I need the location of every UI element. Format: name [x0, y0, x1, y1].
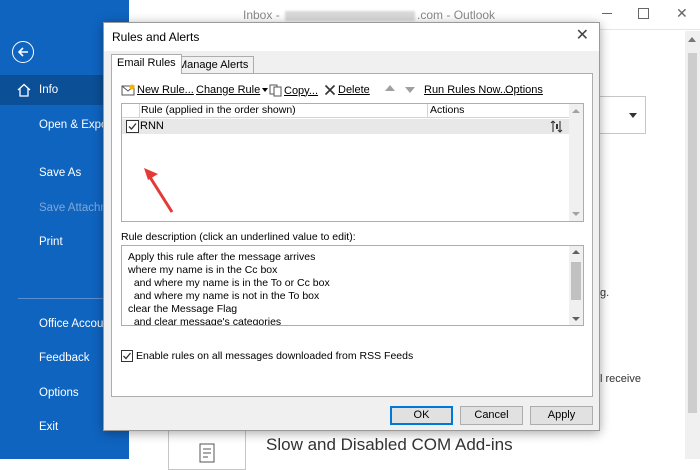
description-line: and clear message's categories	[128, 316, 282, 326]
nav-label: Office Account	[39, 318, 113, 330]
new-rule-icon	[121, 84, 135, 96]
copy-label: Copy...	[284, 84, 319, 97]
nav-info-label: Info	[39, 84, 59, 96]
rule-description-label: Rule description (click an underlined va…	[121, 231, 356, 243]
new-rule-button[interactable]: New Rule...	[121, 84, 194, 96]
rule-row[interactable]: RNN	[122, 119, 570, 134]
nav-label: Feedback	[39, 352, 90, 364]
minimize-button[interactable]	[600, 6, 614, 20]
addins-heading: Slow and Disabled COM Add-ins	[266, 435, 513, 454]
options-label: Options	[505, 84, 543, 96]
rules-list: Rule (applied in the order shown) Action…	[121, 103, 584, 222]
com-addins-button[interactable]	[168, 430, 246, 470]
redacted-email	[285, 10, 416, 21]
background-text: l receive	[600, 373, 641, 385]
window-close-button[interactable]: ✕	[676, 6, 690, 20]
dialog-title: Rules and Alerts	[112, 30, 200, 44]
checkmark-icon	[128, 123, 137, 130]
rules-list-header: Rule (applied in the order shown) Action…	[122, 104, 570, 118]
rule-enabled-checkbox[interactable]	[126, 120, 139, 133]
scroll-down-icon[interactable]	[572, 212, 580, 216]
change-rule-button[interactable]: Change Rule	[196, 84, 269, 96]
cancel-button[interactable]: Cancel	[460, 406, 523, 425]
email-rules-panel: New Rule... Change Rule Copy... Delete R…	[111, 73, 593, 397]
move-down-icon[interactable]	[405, 87, 415, 93]
dialog-titlebar: Rules and Alerts ✕	[104, 23, 599, 51]
run-rules-now-button[interactable]: Run Rules Now...	[424, 84, 509, 96]
copy-rule-button[interactable]: Copy...	[269, 84, 318, 97]
window-title-suffix: .com - Outlook	[417, 8, 496, 22]
description-scrollbar[interactable]	[569, 246, 583, 325]
tab-email-rules[interactable]: Email Rules	[111, 54, 182, 74]
column-header-actions[interactable]: Actions	[427, 104, 570, 118]
rss-rules-checkbox[interactable]	[121, 350, 133, 362]
back-arrow-icon	[17, 47, 28, 57]
nav-label: Options	[39, 387, 79, 399]
column-header-rule[interactable]: Rule (applied in the order shown)	[139, 104, 426, 118]
scroll-thumb[interactable]	[571, 262, 581, 300]
rule-name: RNN	[140, 120, 164, 132]
description-line: clear the Message Flag	[128, 303, 238, 315]
window-title: Inbox - .com - Outlook	[243, 8, 495, 22]
apply-button[interactable]: Apply	[530, 406, 593, 425]
window-title-prefix: Inbox -	[243, 8, 284, 22]
nav-label: Exit	[39, 421, 59, 433]
copy-icon	[269, 84, 282, 97]
nav-label: Print	[39, 236, 63, 248]
chevron-down-icon	[262, 88, 269, 92]
options-button[interactable]: Options	[505, 84, 543, 96]
scroll-up-icon[interactable]	[572, 250, 580, 254]
scroll-down-icon[interactable]	[572, 317, 580, 321]
home-icon	[17, 83, 31, 97]
back-button[interactable]	[12, 41, 34, 63]
delete-rule-button[interactable]: Delete	[324, 84, 370, 96]
rss-rules-label: Enable rules on all messages downloaded …	[136, 350, 414, 362]
move-up-icon[interactable]	[385, 85, 395, 91]
background-text: g.	[600, 287, 610, 299]
document-icon	[199, 443, 215, 463]
description-line: where my name is in the Cc box	[128, 264, 278, 276]
change-rule-label: Change Rule	[196, 84, 261, 96]
nav-label: Save As	[39, 167, 82, 179]
annotation-arrow-icon	[144, 168, 174, 213]
scroll-up-icon[interactable]	[572, 109, 580, 113]
page-scrollbar[interactable]	[685, 31, 700, 459]
tab-manage-alerts[interactable]: Manage Alerts	[172, 56, 255, 74]
description-line: and where my name is in the To or Cc box	[128, 277, 330, 289]
new-rule-label: New Rule...	[137, 84, 194, 96]
dialog-close-button[interactable]: ✕	[576, 27, 589, 45]
rules-list-scrollbar[interactable]	[569, 104, 583, 221]
delete-label: Delete	[338, 84, 370, 96]
rules-and-alerts-dialog: Rules and Alerts ✕ Email Rules Manage Al…	[103, 22, 600, 431]
rule-description-box[interactable]: Apply this rule after the message arrive…	[121, 245, 584, 326]
description-line: Apply this rule after the message arrive…	[128, 251, 316, 263]
maximize-button[interactable]	[636, 6, 650, 20]
rule-actions-icon	[550, 120, 563, 133]
ok-button[interactable]: OK	[390, 406, 453, 425]
description-line: and where my name is not in the To box	[128, 290, 320, 302]
delete-icon	[324, 84, 336, 96]
checkmark-icon	[123, 352, 132, 360]
run-rules-label: Run Rules Now...	[424, 84, 509, 96]
